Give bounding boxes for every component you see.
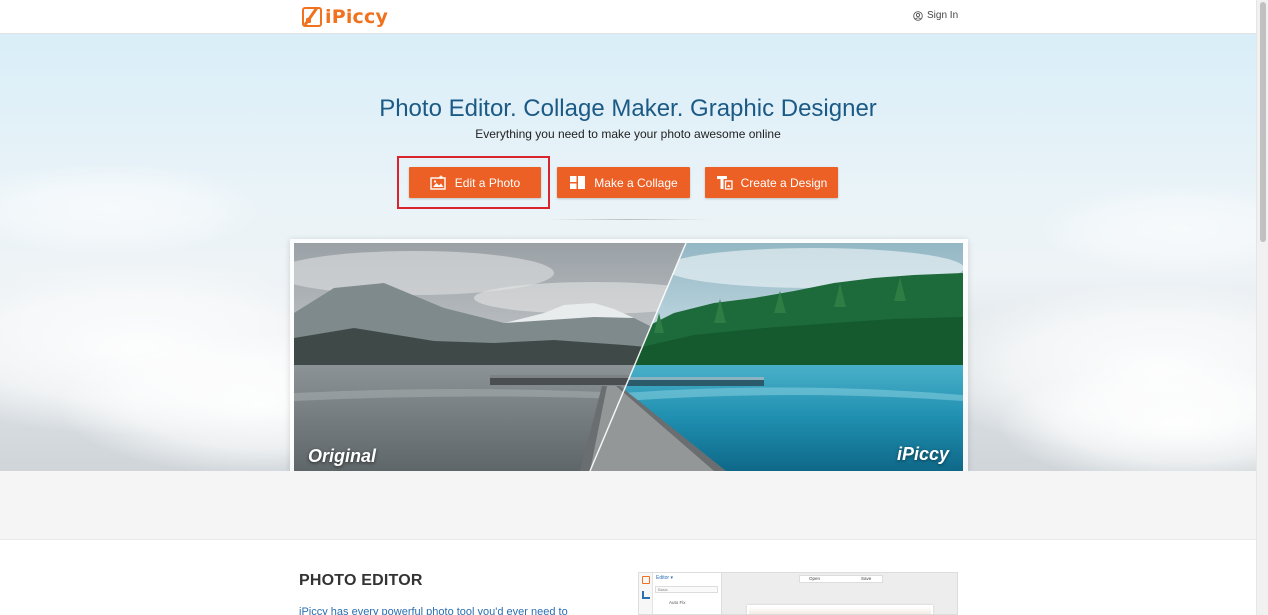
sign-in-link[interactable]: Sign In [913,10,958,21]
ipiccy-label: iPiccy [896,444,949,464]
preview-editor-label: Editor ▾ [656,575,673,581]
section-band [0,471,1256,540]
section-description: iPiccy has every powerful photo tool you… [299,606,568,615]
sign-in-label: Sign In [927,10,959,21]
preview-photo [747,605,933,614]
create-design-button[interactable]: Create a Design [705,167,838,198]
logo-text: iPiccy [325,6,389,28]
hero-title: Photo Editor. Collage Maker. Graphic Des… [379,95,877,122]
hero-divider [546,219,711,220]
comparison-image: Original iPiccy [294,243,963,471]
user-circle-icon [913,10,923,21]
edit-photo-label: Edit a Photo [454,175,521,190]
section-title: PHOTO EDITOR [299,572,423,589]
photo-edit-icon [430,175,446,190]
top-navigation-bar: iPiccy Sign In [0,0,1256,34]
comparison-image-frame: Original iPiccy [290,239,968,471]
original-label: Original [308,446,377,466]
preview-icon-column [639,573,653,614]
crop-icon [642,591,650,599]
make-collage-button[interactable]: Make a Collage [557,167,690,198]
scrollbar-thumb[interactable] [1260,2,1266,242]
hero-subtitle: Everything you need to make your photo a… [475,127,781,141]
preview-basic-dropdown: Basic [655,586,718,593]
create-design-label: Create a Design [740,175,828,190]
collage-grid-icon [570,176,586,189]
preview-logo-icon [642,576,650,584]
lake-comparison-illustration [294,243,963,471]
edit-photo-button[interactable]: Edit a Photo [409,167,541,198]
editor-preview-image: Editor ▾ Basic Auto Fix Open Save [638,572,958,615]
cloud-decoration [0,164,260,254]
make-collage-label: Make a Collage [594,175,678,190]
preview-save-label: Save [861,576,872,581]
preview-toolbar: Open Save [799,575,883,583]
ipiccy-logo-icon [302,7,322,27]
cloud-decoration [1040,184,1256,274]
vertical-scrollbar[interactable] [1256,0,1268,615]
hero-section: Photo Editor. Collage Maker. Graphic Des… [0,34,1256,471]
preview-sidebar: Editor ▾ Basic Auto Fix [639,573,722,614]
preview-open-label: Open [809,576,821,581]
preview-autofix-label: Auto Fix [669,600,686,605]
logo[interactable]: iPiccy [302,6,388,28]
text-design-icon [716,176,733,190]
